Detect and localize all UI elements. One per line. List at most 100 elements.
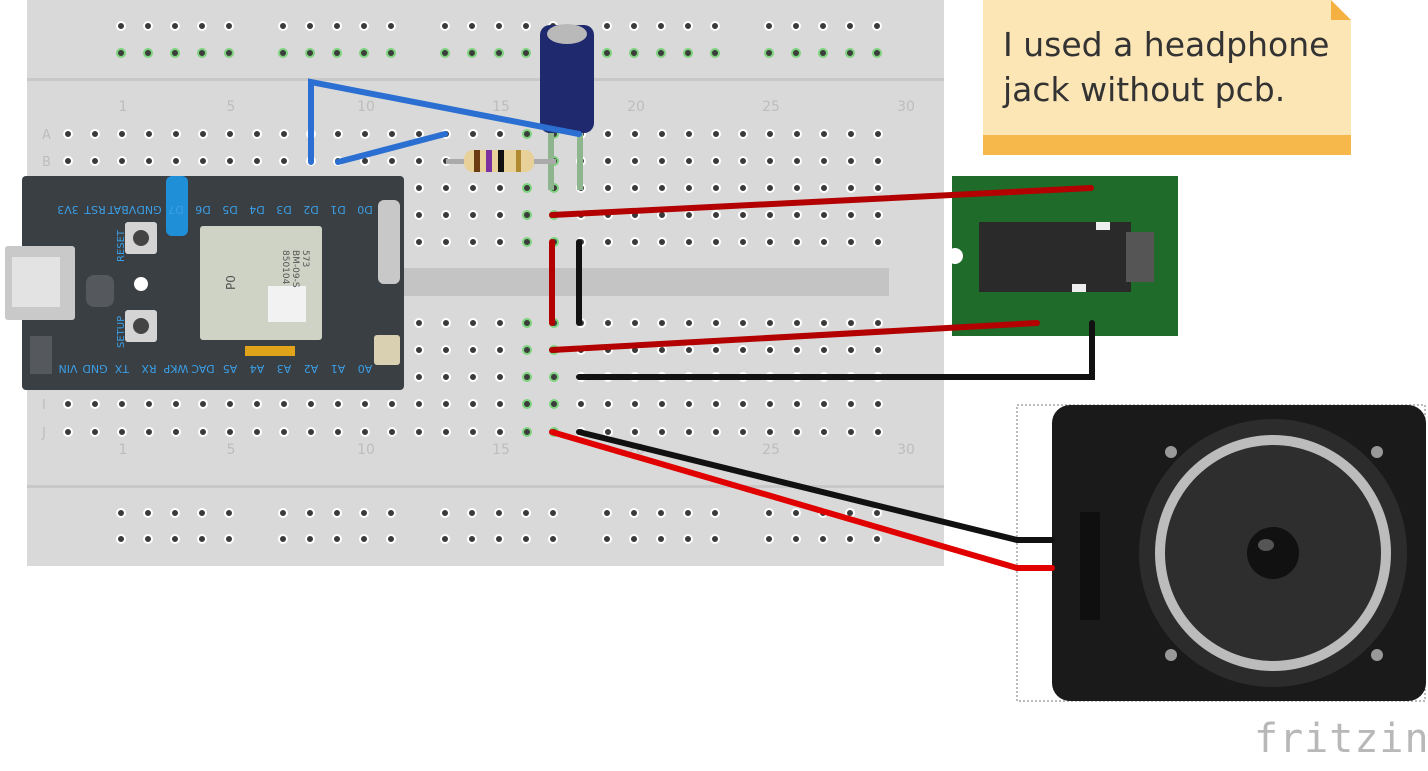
breadboard-hole — [710, 48, 720, 58]
breadboard-hole — [684, 183, 694, 193]
breadboard-hole — [90, 399, 100, 409]
column-number: 1 — [119, 99, 128, 115]
breadboard-hole — [819, 183, 829, 193]
breadboard-hole — [791, 48, 801, 58]
breadboard-hole — [711, 399, 721, 409]
breadboard-hole — [603, 156, 613, 166]
breadboard-hole — [657, 345, 667, 355]
breadboard-hole — [468, 318, 478, 328]
breadboard-hole — [225, 129, 235, 139]
breadboard-hole — [278, 48, 288, 58]
breadboard-hole — [441, 183, 451, 193]
breadboard-hole — [845, 48, 855, 58]
breadboard-hole — [683, 534, 693, 544]
breadboard-hole — [764, 21, 774, 31]
breadboard-hole — [468, 210, 478, 220]
breadboard-hole — [711, 345, 721, 355]
breadboard-hole — [791, 534, 801, 544]
breadboard-hole — [494, 21, 504, 31]
breadboard-hole — [468, 237, 478, 247]
breadboard-hole — [252, 129, 262, 139]
breadboard-hole — [116, 508, 126, 518]
reset-label: RESET — [116, 229, 127, 262]
breadboard-hole — [630, 156, 640, 166]
breadboard-hole — [414, 345, 424, 355]
breadboard-hole — [522, 183, 532, 193]
sticky-note[interactable]: I used a headphone jack without pcb. — [983, 0, 1351, 155]
photon-pin-label: D0 — [357, 203, 372, 216]
breadboard-hole — [791, 508, 801, 518]
breadboard-hole — [278, 534, 288, 544]
breadboard-hole — [846, 237, 856, 247]
breadboard-hole — [819, 399, 829, 409]
chip-label: P0 — [224, 275, 238, 290]
breadboard-hole — [224, 48, 234, 58]
breadboard-hole — [522, 318, 532, 328]
breadboard-hole — [414, 399, 424, 409]
breadboard-hole — [441, 237, 451, 247]
breadboard-hole — [738, 129, 748, 139]
breadboard-hole — [765, 318, 775, 328]
breadboard-hole — [198, 156, 208, 166]
breadboard-hole — [306, 427, 316, 437]
column-number: 1 — [119, 442, 128, 458]
breadboard-hole — [819, 210, 829, 220]
breadboard-hole — [738, 427, 748, 437]
photon-pin-label: WKP — [163, 362, 188, 375]
breadboard-hole — [684, 210, 694, 220]
breadboard-hole — [359, 508, 369, 518]
breadboard-hole — [765, 129, 775, 139]
row-letter: J — [41, 426, 46, 441]
breadboard-hole — [171, 156, 181, 166]
photon-pin-label: D7 — [168, 203, 183, 216]
breadboard-hole — [170, 534, 180, 544]
breadboard-hole — [630, 427, 640, 437]
breadboard-hole — [873, 210, 883, 220]
breadboard-hole — [252, 156, 262, 166]
breadboard-hole — [711, 210, 721, 220]
breadboard-hole — [792, 345, 802, 355]
breadboard-hole — [279, 427, 289, 437]
breadboard-hole — [333, 427, 343, 437]
breadboard-hole — [603, 183, 613, 193]
breadboard-hole — [386, 48, 396, 58]
breadboard-hole — [359, 534, 369, 544]
breadboard-hole — [684, 156, 694, 166]
breadboard-hole — [360, 129, 370, 139]
breadboard-hole — [765, 399, 775, 409]
breadboard-hole — [414, 210, 424, 220]
breadboard-hole — [602, 21, 612, 31]
breadboard-hole — [818, 21, 828, 31]
breadboard-hole — [873, 345, 883, 355]
breadboard-hole — [549, 399, 559, 409]
column-number: 20 — [627, 99, 645, 115]
breadboard-hole — [278, 508, 288, 518]
breadboard-hole — [630, 399, 640, 409]
breadboard-hole — [710, 508, 720, 518]
breadboard-hole — [360, 427, 370, 437]
breadboard-hole — [224, 508, 234, 518]
breadboard-hole — [144, 156, 154, 166]
breadboard-hole — [711, 183, 721, 193]
breadboard-hole — [467, 534, 477, 544]
breadboard-hole — [765, 156, 775, 166]
breadboard-hole — [873, 183, 883, 193]
photon-pin-label: D2 — [303, 203, 318, 216]
breadboard-hole — [657, 237, 667, 247]
breadboard-hole — [522, 210, 532, 220]
breadboard-hole — [684, 237, 694, 247]
breadboard-hole — [711, 237, 721, 247]
breadboard-hole — [738, 345, 748, 355]
fritzing-logo: fritzing — [1254, 716, 1428, 762]
photon-pin-label: A4 — [250, 362, 265, 375]
breadboard-hole — [414, 183, 424, 193]
breadboard-hole — [819, 427, 829, 437]
breadboard-hole — [792, 129, 802, 139]
breadboard-hole — [819, 129, 829, 139]
breadboard-hole — [495, 237, 505, 247]
breadboard-hole — [684, 345, 694, 355]
breadboard-hole — [711, 129, 721, 139]
breadboard-hole — [225, 427, 235, 437]
breadboard-hole — [657, 399, 667, 409]
note-fold-corner — [1331, 0, 1351, 20]
